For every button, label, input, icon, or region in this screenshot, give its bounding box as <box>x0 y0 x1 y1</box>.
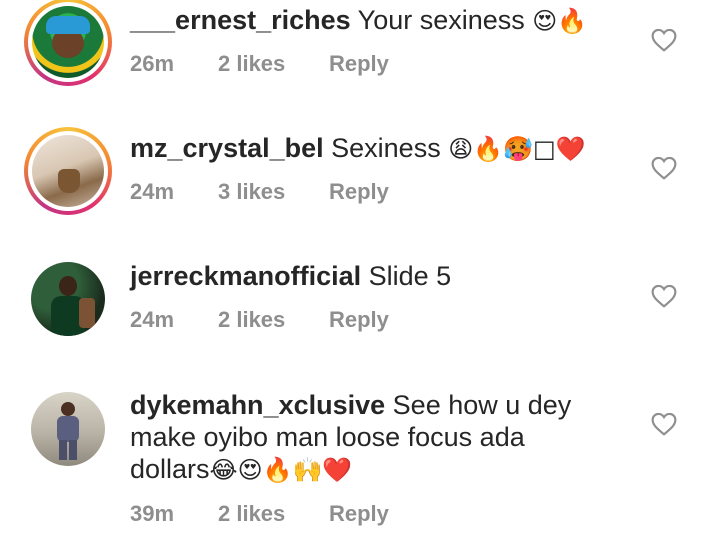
comment-text: Slide 5 <box>368 261 452 291</box>
comment-username[interactable]: jerreckmanofficial <box>130 261 361 291</box>
comment-likes[interactable]: 2 likes <box>218 307 329 333</box>
comment-likes[interactable]: 2 likes <box>218 51 329 77</box>
comment-emojis: 😍🔥 <box>532 7 588 35</box>
reply-button[interactable]: Reply <box>329 501 389 527</box>
comment-time: 26m <box>130 51 175 76</box>
heart-outline-icon[interactable] <box>651 284 677 308</box>
comment-likes[interactable]: 3 likes <box>218 179 329 205</box>
comment-time: 39m <box>130 501 175 526</box>
comment-text: dollars <box>130 454 210 484</box>
avatar <box>31 392 105 466</box>
comment-likes[interactable]: 2 likes <box>218 501 329 527</box>
comment-text: Sexiness <box>331 133 441 163</box>
comment-username[interactable]: ___ernest_riches <box>130 5 351 35</box>
comment-text: Your sexiness <box>357 5 525 35</box>
comment-time: 24m <box>130 307 175 332</box>
comment-time: 24m <box>130 179 175 204</box>
reply-button[interactable]: Reply <box>329 307 389 333</box>
comment-username[interactable]: dykemahn_xclusive <box>130 390 385 420</box>
heart-outline-icon[interactable] <box>651 412 677 436</box>
avatar-wrapper[interactable] <box>24 385 112 473</box>
comment-text-line: make oyibo man loose focus ada <box>130 422 525 452</box>
avatar <box>31 262 105 336</box>
avatar <box>32 6 104 78</box>
avatar-story-ring[interactable] <box>24 0 112 86</box>
comment-username[interactable]: mz_crystal_bel <box>130 133 324 163</box>
reply-button[interactable]: Reply <box>329 51 389 77</box>
comment-emojis: 😩🔥🥵□❤️ <box>448 135 586 163</box>
heart-outline-icon[interactable] <box>651 156 677 180</box>
avatar <box>32 135 104 207</box>
avatar-wrapper[interactable] <box>24 255 112 343</box>
reply-button[interactable]: Reply <box>329 179 389 205</box>
comment-text: See how u dey <box>392 390 572 420</box>
avatar-story-ring[interactable] <box>24 127 112 215</box>
heart-outline-icon[interactable] <box>651 28 677 52</box>
comment-emojis: 😂😍🔥🙌❤️ <box>209 456 353 484</box>
